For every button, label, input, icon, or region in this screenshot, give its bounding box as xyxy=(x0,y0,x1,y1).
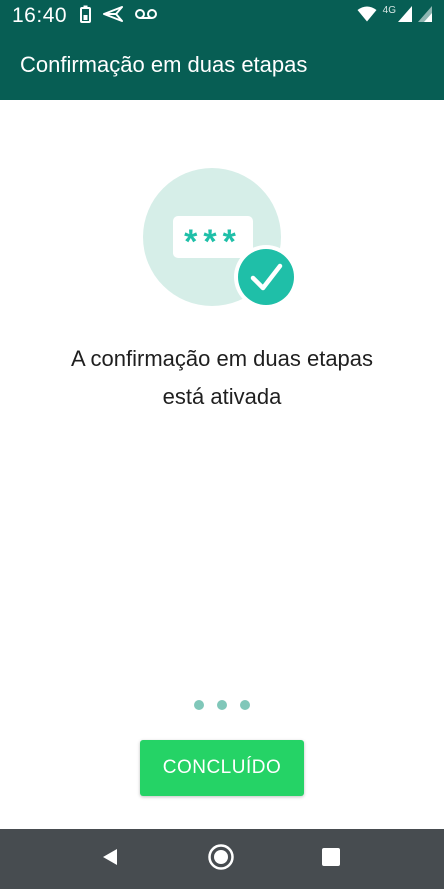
status-bar: 16:40 4G xyxy=(0,0,444,32)
back-icon xyxy=(99,846,121,873)
recents-button[interactable] xyxy=(313,843,349,875)
signal-icon xyxy=(398,5,412,27)
confirmation-message: A confirmação em duas etapas está ativad… xyxy=(0,340,444,416)
message-line-2: está ativada xyxy=(162,384,282,409)
done-button[interactable]: CONCLUÍDO xyxy=(140,740,304,796)
status-right-icons: 4G xyxy=(357,4,432,28)
navigation-bar xyxy=(0,829,444,889)
app-bar: Confirmação em duas etapas xyxy=(0,32,444,100)
pager-dots xyxy=(0,700,444,712)
status-time: 16:40 xyxy=(12,4,68,27)
network-type-label: 4G xyxy=(382,5,396,16)
home-icon xyxy=(207,843,235,876)
message-line-1: A confirmação em duas etapas xyxy=(70,346,374,371)
pager-dot xyxy=(240,700,250,710)
screen: 16:40 4G Confirmação em duas etapas *** … xyxy=(0,0,444,889)
pager-dot xyxy=(217,700,227,710)
pager-dot xyxy=(194,700,204,710)
home-button[interactable] xyxy=(203,843,239,875)
voicemail-icon xyxy=(135,7,157,25)
wifi-icon xyxy=(357,6,377,27)
back-button[interactable] xyxy=(92,843,128,875)
status-left-icons xyxy=(80,4,157,28)
signal-icon-secondary xyxy=(418,5,432,27)
send-icon xyxy=(103,5,123,27)
two-step-illustration: *** xyxy=(143,168,303,318)
battery-saver-icon xyxy=(80,5,91,28)
recents-icon xyxy=(321,847,341,872)
password-mask-text: *** xyxy=(184,223,242,261)
page-title: Confirmação em duas etapas xyxy=(20,52,308,77)
